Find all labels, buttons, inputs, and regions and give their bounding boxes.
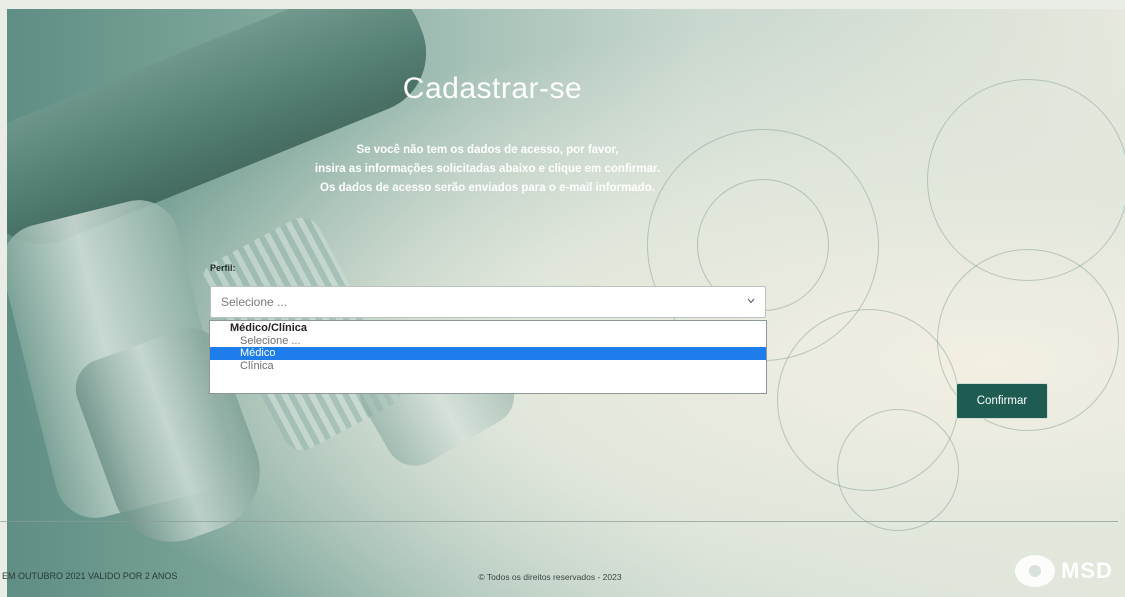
- dropdown-group-label: Médico/Clínica: [230, 322, 308, 334]
- decor-ring: [837, 409, 959, 531]
- footer-divider: [0, 521, 1118, 522]
- footer-copyright: © Todos os direitos reservados - 2023: [478, 572, 622, 582]
- instruction-line: insira as informações solicitadas abaixo…: [314, 163, 661, 175]
- page-instructions: Se você não tem os dados de acesso, por …: [0, 141, 975, 198]
- page-title: Cadastrar-se: [402, 72, 583, 105]
- dropdown-option-selected[interactable]: Médico: [210, 347, 766, 360]
- dropdown-option[interactable]: Clínica: [210, 360, 766, 373]
- confirm-button[interactable]: Confirmar: [956, 383, 1048, 419]
- msd-logo-text: MSD: [1061, 558, 1113, 583]
- dropdown-option[interactable]: Selecione ...: [210, 335, 766, 348]
- chevron-down-icon: [747, 298, 755, 306]
- instruction-line: Os dados de acesso serão enviados para o…: [320, 182, 655, 194]
- perfil-select[interactable]: Selecione ...: [210, 286, 766, 318]
- perfil-dropdown-list: Médico/Clínica Selecione ... Médico Clín…: [209, 320, 767, 394]
- msd-logo: MSD: [1015, 555, 1113, 587]
- instruction-line: Se você não tem os dados de acesso, por …: [356, 144, 619, 156]
- perfil-label: Perfil:: [210, 263, 236, 273]
- msd-logo-icon: [1015, 555, 1055, 587]
- perfil-select-value: Selecione ...: [221, 295, 288, 309]
